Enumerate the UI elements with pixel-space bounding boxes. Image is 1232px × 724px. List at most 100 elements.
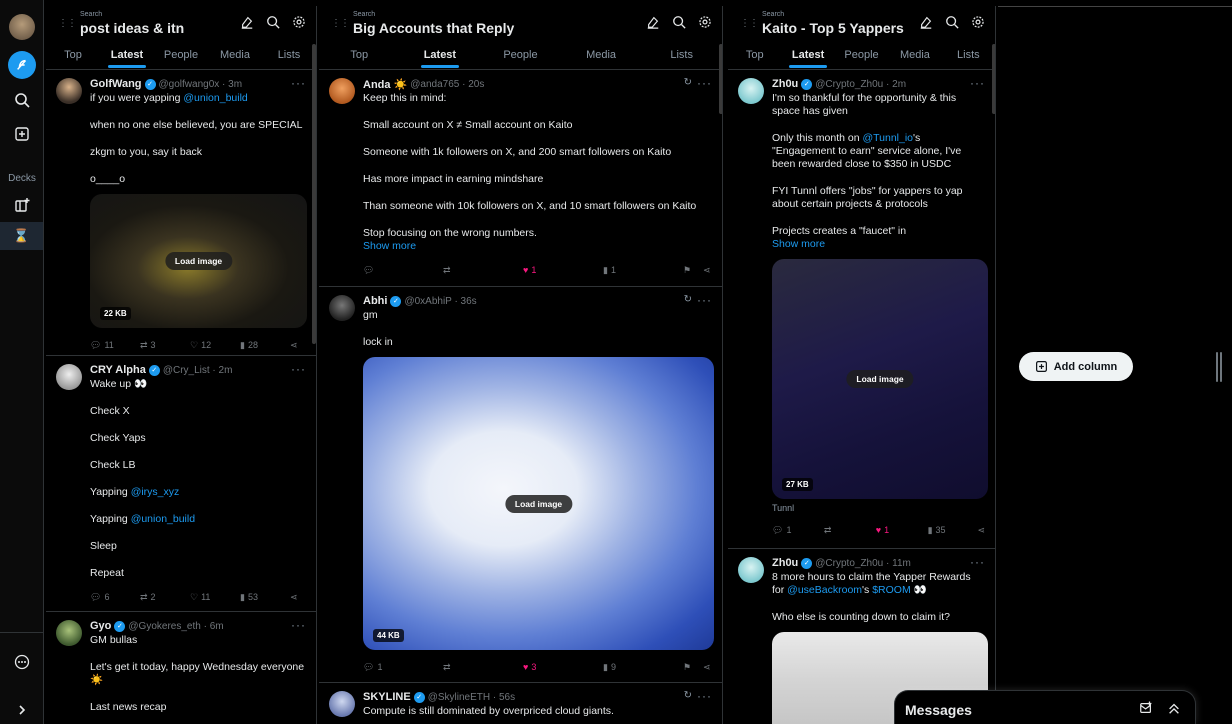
load-image-button[interactable]: Load image <box>504 494 573 513</box>
avatar[interactable] <box>329 295 355 321</box>
tweet[interactable]: Abhi ✓ @0xAbhiP · 36s ↻ ··· gm lock in L… <box>319 287 722 683</box>
load-image-button[interactable]: Load image <box>846 370 914 388</box>
clear-icon[interactable] <box>646 15 660 29</box>
author-handle[interactable]: @Crypto_Zh0u · 2m <box>815 79 906 90</box>
author-name[interactable]: GolfWang <box>90 78 142 90</box>
bookmark-icon[interactable]: ⚑ <box>683 265 703 276</box>
share-icon[interactable]: ⋖ <box>290 592 298 603</box>
gear-icon[interactable] <box>292 15 306 29</box>
add-column-sidebar-button[interactable] <box>8 120 36 148</box>
share-icon[interactable]: ⋖ <box>703 662 711 673</box>
tab-latest[interactable]: Latest <box>400 42 481 69</box>
tab-people[interactable]: People <box>154 42 208 69</box>
retweet-button[interactable]: ⇄ 2 <box>140 592 190 603</box>
reply-button[interactable]: 💬︎ 1 <box>772 525 824 536</box>
expand-sidebar-button[interactable] <box>8 696 36 724</box>
drag-handle-icon[interactable]: ⋮⋮ <box>740 18 759 29</box>
author-handle[interactable]: @golfwang0x · 3m <box>159 79 243 90</box>
like-button[interactable]: ♥ 1 <box>876 525 928 535</box>
reply-button[interactable]: 💬︎ 6 <box>90 592 140 603</box>
author-handle[interactable]: @Cry_List · 2m <box>163 365 233 376</box>
scrollbar[interactable] <box>719 44 722 114</box>
tab-media[interactable]: Media <box>208 42 262 69</box>
share-icon[interactable]: ⋖ <box>703 265 711 276</box>
refresh-icon[interactable]: ↻ <box>684 294 692 305</box>
add-column-button[interactable]: Add column <box>1019 352 1133 381</box>
author-handle[interactable]: @0xAbhiP · 36s <box>404 296 476 307</box>
more-icon[interactable]: ··· <box>291 76 306 90</box>
reply-button[interactable]: 💬︎ 1 <box>363 662 443 673</box>
reply-button[interactable]: 💬︎ 11 <box>90 340 140 351</box>
tweet[interactable]: Zh0u ✓ @Crypto_Zh0u · 2m ··· I'm so than… <box>728 70 995 549</box>
more-icon[interactable]: ··· <box>970 555 985 569</box>
user-avatar[interactable] <box>9 14 35 40</box>
tab-media[interactable]: Media <box>888 42 941 69</box>
search-button[interactable] <box>8 86 36 114</box>
author-handle[interactable]: @SkylineETH · 56s <box>428 692 515 703</box>
author-name[interactable]: CRY Alpha <box>90 364 146 376</box>
tweet[interactable]: GolfWang ✓ @golfwang0x · 3m ··· if you w… <box>46 70 316 356</box>
author-name[interactable]: Abhi <box>363 295 387 307</box>
retweet-button[interactable]: ⇄ <box>443 662 523 673</box>
author-handle[interactable]: @Crypto_Zh0u · 11m <box>815 558 911 569</box>
reply-button[interactable]: 💬︎ <box>363 265 443 276</box>
avatar[interactable] <box>738 557 764 583</box>
search-icon[interactable] <box>945 15 959 29</box>
load-image-button[interactable]: Load image <box>164 252 233 270</box>
messages-drawer[interactable]: Messages <box>894 690 1196 724</box>
clear-icon[interactable] <box>240 15 254 29</box>
more-icon[interactable]: ··· <box>970 76 985 90</box>
avatar[interactable] <box>329 691 355 717</box>
tweet[interactable]: Gyo ✓ @Gyokeres_eth · 6m ··· GM bullas L… <box>46 612 316 724</box>
bookmark-icon[interactable]: ⚑ <box>683 662 703 673</box>
resize-handle[interactable] <box>1216 352 1222 382</box>
tweet[interactable]: Anda ☀️ @anda765 · 20s ↻ ··· Keep this i… <box>319 70 722 287</box>
more-icon[interactable]: ··· <box>291 618 306 632</box>
tab-people[interactable]: People <box>835 42 888 69</box>
mention-link[interactable]: @irys_xyz <box>131 486 180 498</box>
tweet-media[interactable]: Load image 44 KB <box>363 357 714 650</box>
views-button[interactable]: ▮ 53 <box>240 592 290 603</box>
tab-top[interactable]: Top <box>319 42 400 69</box>
media-caption[interactable]: Tunnl <box>772 503 985 513</box>
gear-icon[interactable] <box>971 15 985 29</box>
search-icon[interactable] <box>266 15 280 29</box>
avatar[interactable] <box>329 78 355 104</box>
drag-handle-icon[interactable]: ⋮⋮ <box>331 18 350 29</box>
new-message-icon[interactable] <box>1139 701 1153 715</box>
author-name[interactable]: Zh0u <box>772 557 798 569</box>
tab-people[interactable]: People <box>480 42 561 69</box>
more-options-button[interactable] <box>8 648 36 676</box>
compose-button[interactable] <box>8 51 36 79</box>
tweet-media[interactable]: Load image 27 KB <box>772 259 988 499</box>
tab-media[interactable]: Media <box>561 42 642 69</box>
like-button[interactable]: ♡ 12 <box>190 340 240 351</box>
views-button[interactable]: ▮ 1 <box>603 265 683 276</box>
retweet-button[interactable]: ⇄ 3 <box>140 340 190 351</box>
clear-icon[interactable] <box>919 15 933 29</box>
tab-latest[interactable]: Latest <box>781 42 834 69</box>
refresh-icon[interactable]: ↻ <box>684 690 692 701</box>
mention-link[interactable]: @union_build <box>131 513 195 525</box>
drag-handle-icon[interactable]: ⋮⋮ <box>58 18 77 29</box>
like-button[interactable]: ♥ 3 <box>523 662 603 672</box>
search-icon[interactable] <box>672 15 686 29</box>
tab-top[interactable]: Top <box>728 42 781 69</box>
mention-link[interactable]: @union_build <box>183 92 247 104</box>
author-name[interactable]: Gyo <box>90 620 111 632</box>
tab-latest[interactable]: Latest <box>100 42 154 69</box>
author-name[interactable]: SKYLINE <box>363 691 411 703</box>
tweet[interactable]: CRY Alpha ✓ @Cry_List · 2m ··· Wake up 👀… <box>46 356 316 612</box>
more-icon[interactable]: ··· <box>697 293 712 307</box>
tweet[interactable]: SKYLINE ✓ @SkylineETH · 56s ↻ ··· Comput… <box>319 683 722 724</box>
avatar[interactable] <box>56 364 82 390</box>
mention-link[interactable]: @useBackroom <box>787 584 862 596</box>
views-button[interactable]: ▮ 35 <box>928 525 978 536</box>
tab-lists[interactable]: Lists <box>262 42 316 69</box>
author-handle[interactable]: @Gyokeres_eth · 6m <box>128 621 223 632</box>
retweet-button[interactable]: ⇄ <box>443 265 523 276</box>
avatar[interactable] <box>738 78 764 104</box>
more-icon[interactable]: ··· <box>697 76 712 90</box>
avatar[interactable] <box>56 78 82 104</box>
new-deck-button[interactable] <box>8 191 36 219</box>
